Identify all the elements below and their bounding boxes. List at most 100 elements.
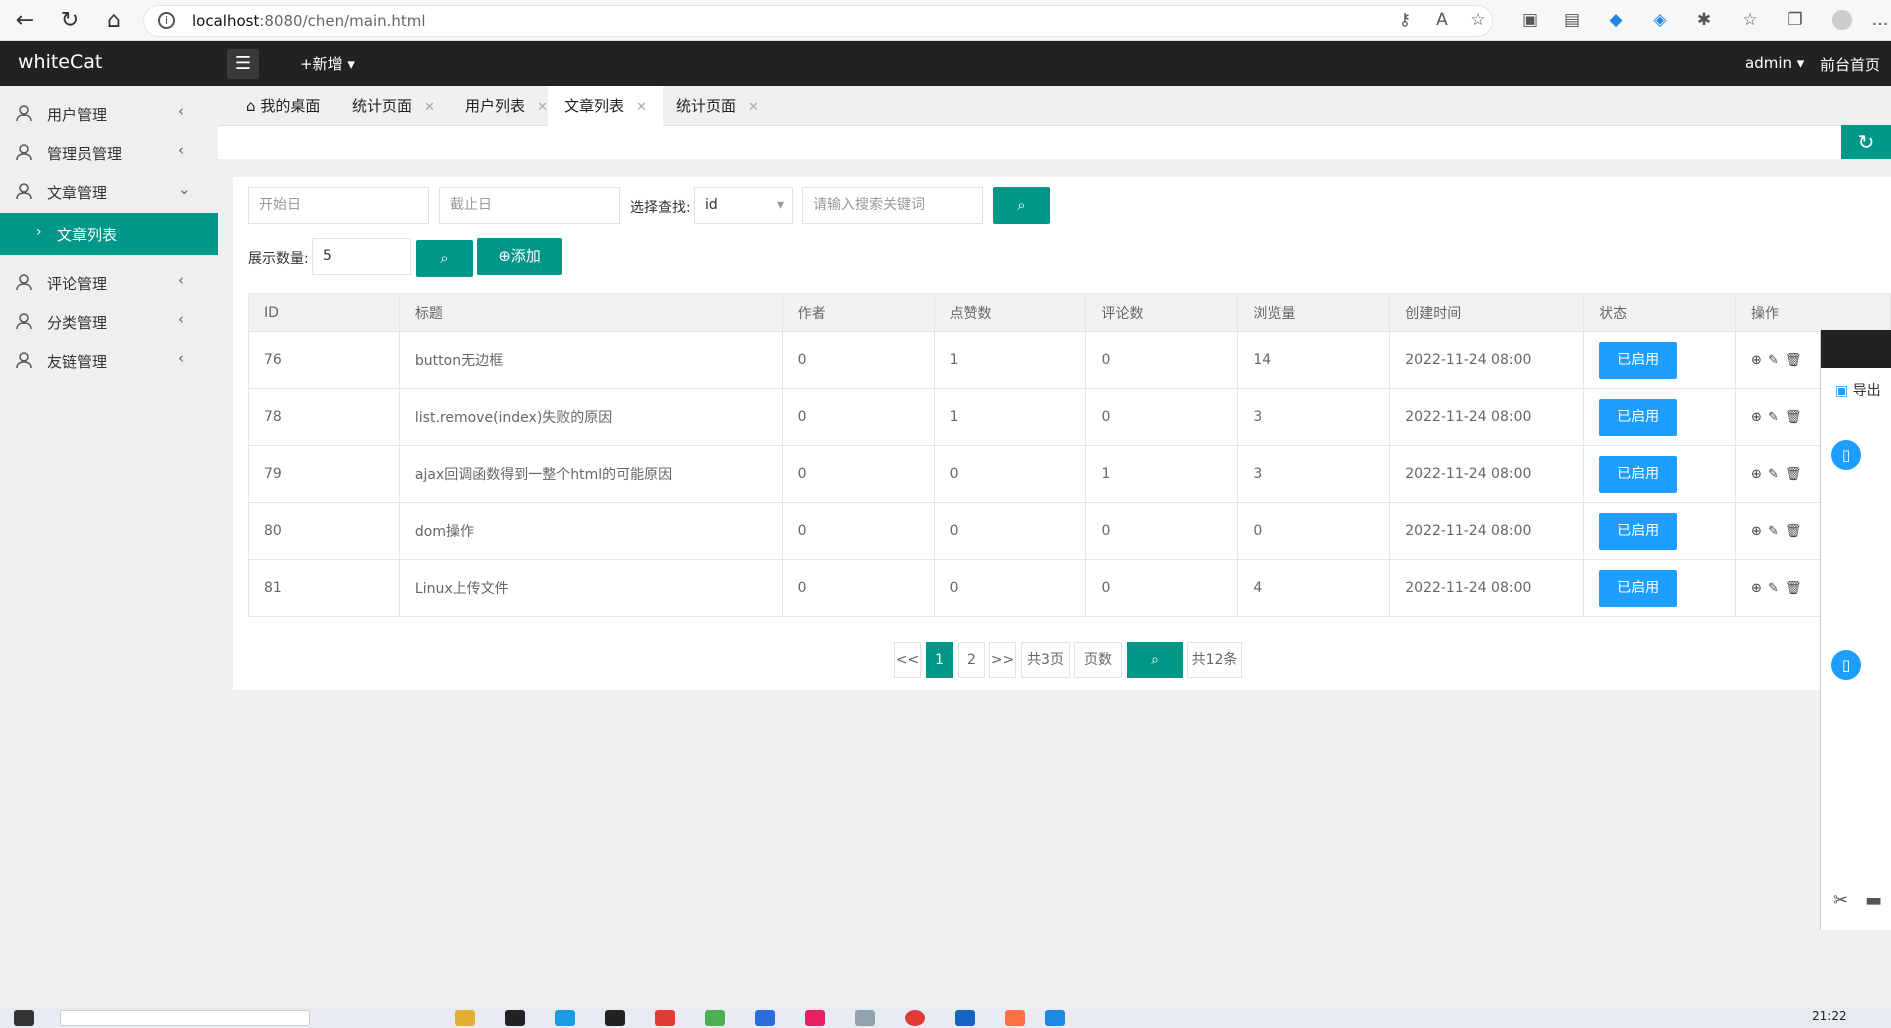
menu-toggle-button[interactable]: ☰ <box>227 49 259 79</box>
export-button[interactable]: ▣ 导出 <box>1835 380 1881 400</box>
reload-icon[interactable]: ↻ <box>57 8 83 34</box>
edit-icon[interactable]: ✎ <box>1768 581 1779 596</box>
download-icon[interactable]: ⊕ <box>1751 410 1762 425</box>
tab-article-list[interactable]: 文章列表 ✕ <box>548 86 663 126</box>
info-icon[interactable]: i <box>158 12 175 29</box>
cell-views: 3 <box>1237 388 1391 446</box>
edit-icon[interactable]: ✎ <box>1768 353 1779 368</box>
app-icon[interactable] <box>1005 1010 1025 1026</box>
chevron-left-icon: ‹ <box>178 102 184 120</box>
tab-stats-2[interactable]: 统计页面 ✕ <box>660 86 775 126</box>
close-icon[interactable]: ✕ <box>748 100 759 115</box>
search-field-select[interactable]: id ▾ <box>694 187 793 224</box>
pagination-page-2[interactable]: 2 <box>958 642 985 678</box>
close-icon[interactable]: ✕ <box>424 100 435 115</box>
more-icon[interactable]: … <box>1870 10 1890 30</box>
favorites-icon[interactable]: ☆ <box>1740 10 1760 30</box>
windows-start-icon[interactable] <box>14 1010 34 1026</box>
taskbar-search-box[interactable] <box>60 1010 310 1026</box>
collections-icon[interactable]: ❐ <box>1785 10 1805 30</box>
cell-title: button无边框 <box>398 331 783 389</box>
extension-icon[interactable]: ▤ <box>1562 10 1582 30</box>
table-row: 79 ajax回调函数得到一整个html的可能原因 0 0 1 3 2022-1… <box>248 445 1891 503</box>
folder-icon[interactable] <box>455 1010 475 1026</box>
edit-icon[interactable]: ✎ <box>1768 467 1779 482</box>
new-dropdown[interactable]: +新增 ▾ <box>300 53 355 74</box>
qq-icon[interactable] <box>605 1010 625 1026</box>
chrome-icon[interactable] <box>905 1010 925 1026</box>
address-bar[interactable]: i localhost:8080/chen/main.html <box>143 5 1493 37</box>
front-home-link[interactable]: 前台首页 <box>1820 54 1880 75</box>
read-aloud-icon[interactable]: A <box>1432 10 1452 30</box>
close-icon[interactable]: ✕ <box>537 100 548 115</box>
user-dropdown[interactable]: admin ▾ <box>1745 54 1804 72</box>
favorite-add-icon[interactable]: ☆ <box>1468 10 1488 30</box>
sidebar-item-articles[interactable]: 文章管理 ⌄ <box>0 172 218 210</box>
sidebar-subitem-article-list[interactable]: › 文章列表 <box>0 213 218 255</box>
app-icon[interactable] <box>855 1010 875 1026</box>
browser-edge-icon[interactable] <box>555 1010 575 1026</box>
wechat-icon[interactable] <box>705 1010 725 1026</box>
tab-stats[interactable]: 统计页面 ✕ <box>340 86 447 126</box>
start-date-input[interactable]: 开始日 <box>248 187 429 224</box>
extension-icon[interactable]: ▣ <box>1520 10 1540 30</box>
profile-avatar-icon[interactable] <box>1832 10 1852 30</box>
extension-icon[interactable]: ◈ <box>1650 10 1670 30</box>
app-icon[interactable] <box>805 1010 825 1026</box>
page-size-input[interactable]: 5 <box>312 238 411 275</box>
chat-avatar[interactable]: ▯ <box>1831 440 1861 470</box>
puzzle-icon[interactable]: ✱ <box>1694 10 1714 30</box>
pagination-go-button[interactable]: ⌕ <box>1127 642 1183 678</box>
status-button[interactable]: 已启用 <box>1599 512 1678 550</box>
extension-icon[interactable]: ◆ <box>1606 10 1626 30</box>
status-button[interactable]: 已启用 <box>1599 455 1678 493</box>
trash-icon[interactable]: 🗑 <box>1785 353 1802 368</box>
close-icon[interactable]: ✕ <box>636 100 647 115</box>
edit-icon[interactable]: ✎ <box>1768 410 1779 425</box>
edit-icon[interactable]: ✎ <box>1768 524 1779 539</box>
pagination-total-pages: 共3页 <box>1021 642 1070 678</box>
pagination-page-1[interactable]: 1 <box>926 642 953 678</box>
cell-views: 4 <box>1237 559 1391 617</box>
pagination-prev[interactable]: << <box>894 642 921 678</box>
trash-icon[interactable]: 🗑 <box>1785 581 1802 596</box>
app-icon[interactable] <box>505 1010 525 1026</box>
apply-page-size-button[interactable]: ⌕ <box>416 240 473 277</box>
sidebar-item-admins[interactable]: 管理员管理 ‹ <box>0 133 218 171</box>
download-icon[interactable]: ⊕ <box>1751 467 1762 482</box>
key-icon[interactable]: ⚷ <box>1395 10 1415 30</box>
sidebar-item-users[interactable]: 用户管理 ‹ <box>0 94 218 132</box>
download-icon[interactable]: ⊕ <box>1751 581 1762 596</box>
search-button[interactable]: ⌕ <box>993 187 1050 224</box>
folder-icon[interactable]: ▬ <box>1865 890 1882 911</box>
back-icon[interactable]: ← <box>12 8 38 34</box>
cell-views: 14 <box>1237 331 1391 389</box>
sidebar-item-links[interactable]: 友链管理 ‹ <box>0 341 218 379</box>
trash-icon[interactable]: 🗑 <box>1785 467 1802 482</box>
refresh-button[interactable]: ↻ <box>1841 125 1891 159</box>
download-icon[interactable]: ⊕ <box>1751 524 1762 539</box>
status-button[interactable]: 已启用 <box>1599 398 1678 436</box>
download-icon[interactable]: ⊕ <box>1751 353 1762 368</box>
add-button[interactable]: ⊕添加 <box>477 238 562 275</box>
status-button[interactable]: 已启用 <box>1599 569 1678 607</box>
trash-icon[interactable]: 🗑 <box>1785 524 1802 539</box>
home-icon[interactable]: ⌂ <box>101 8 127 34</box>
pagination-page-input[interactable]: 页数 <box>1074 642 1122 678</box>
scissors-icon[interactable]: ✂ <box>1833 890 1848 911</box>
app-icon[interactable] <box>755 1010 775 1026</box>
tab-desktop[interactable]: ⌂ 我的桌面 <box>234 86 332 126</box>
app-icon[interactable] <box>955 1010 975 1026</box>
cell-views: 3 <box>1237 445 1391 503</box>
sidebar-item-comments[interactable]: 评论管理 ‹ <box>0 263 218 301</box>
chat-avatar[interactable]: ▯ <box>1831 650 1861 680</box>
trash-icon[interactable]: 🗑 <box>1785 410 1802 425</box>
app-icon[interactable] <box>1045 1010 1065 1026</box>
app-icon[interactable] <box>655 1010 675 1026</box>
end-date-input[interactable]: 截止日 <box>439 187 620 224</box>
tab-user-list[interactable]: 用户列表 ✕ <box>453 86 560 126</box>
keyword-input[interactable]: 请输入搜索关键词 <box>802 187 983 224</box>
status-button[interactable]: 已启用 <box>1599 341 1678 379</box>
sidebar-item-categories[interactable]: 分类管理 ‹ <box>0 302 218 340</box>
pagination-next[interactable]: >> <box>989 642 1016 678</box>
